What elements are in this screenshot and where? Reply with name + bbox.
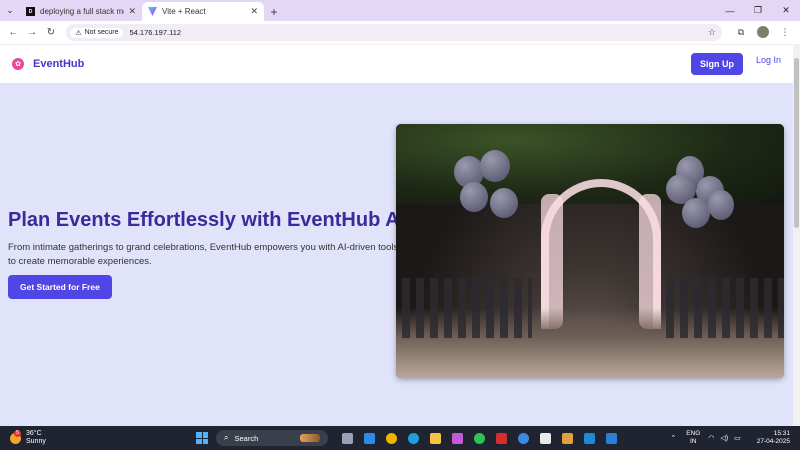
new-tab-button[interactable]: + — [264, 2, 284, 21]
notification-badge: 5 — [14, 429, 21, 437]
vite-icon — [148, 7, 157, 16]
hero-title: Plan Events Effortlessly with EventHub A… — [8, 209, 406, 231]
hero-image — [396, 124, 784, 378]
clock-time: 15:31 — [773, 430, 790, 437]
taskbar-search[interactable]: ⌕ Search — [216, 430, 328, 446]
menu-icon[interactable]: ⋮ — [774, 27, 796, 38]
clock[interactable]: 15:31 27-04-2025 — [757, 430, 790, 446]
windows-start-icon[interactable] — [196, 432, 208, 444]
chrome-profile-icon[interactable] — [512, 430, 534, 446]
dev-icon: D — [26, 7, 35, 16]
remote-desktop-icon[interactable] — [600, 430, 622, 446]
tab-title: Vite + React — [162, 7, 206, 16]
close-icon[interactable]: ✕ — [250, 6, 258, 17]
restore-icon[interactable]: ❐ — [744, 0, 772, 21]
pinned-apps — [336, 430, 622, 446]
reload-icon[interactable]: ↻ — [42, 27, 61, 38]
page-viewport: ✿ EventHub Sign Up Log In Plan Events Ef… — [0, 44, 793, 426]
weather-condition: Sunny — [26, 438, 46, 445]
minimize-icon[interactable]: — — [716, 0, 744, 21]
get-started-button[interactable]: Get Started for Free — [8, 275, 112, 299]
sun-icon: 5 — [10, 429, 21, 444]
hero-section: Plan Events Effortlessly with EventHub A… — [0, 83, 793, 426]
tab-inactive[interactable]: D deploying a full stack mern app ✕ — [20, 2, 142, 21]
signup-button[interactable]: Sign Up — [690, 53, 743, 75]
address-bar[interactable]: ⚠ Not secure 54.176.197.112 ☆ — [66, 24, 722, 41]
file-explorer-icon[interactable] — [424, 430, 446, 446]
edge-icon[interactable] — [402, 430, 424, 446]
weather-widget[interactable]: 5 36°C Sunny — [10, 429, 90, 446]
volume-icon[interactable]: ◁) — [720, 434, 728, 442]
clock-date: 27-04-2025 — [756, 438, 790, 445]
tab-title: deploying a full stack mern app — [40, 7, 124, 16]
warning-icon: ⚠ — [75, 29, 82, 37]
wifi-icon[interactable]: ◠ — [708, 434, 714, 442]
chrome-icon[interactable] — [380, 430, 402, 446]
tab-search-icon[interactable]: ⌄ — [0, 0, 20, 21]
bookmark-star-icon[interactable]: ☆ — [708, 27, 716, 38]
profile-avatar[interactable] — [752, 25, 774, 40]
search-label: Search — [234, 433, 259, 443]
browser-tab-strip: ⌄ D deploying a full stack mern app ✕ Vi… — [0, 0, 800, 21]
weather-temp: 36°C — [26, 430, 42, 437]
security-label: Not secure — [84, 29, 119, 36]
window-controls: — ❐ ✕ — [716, 0, 800, 21]
tab-active[interactable]: Vite + React ✕ — [142, 2, 264, 21]
brand-name[interactable]: EventHub — [33, 58, 84, 70]
store-icon[interactable] — [534, 430, 556, 446]
vscode-icon[interactable] — [578, 430, 600, 446]
task-view-icon[interactable] — [336, 430, 358, 446]
scrollbar-thumb[interactable] — [794, 58, 799, 228]
chevron-up-icon[interactable]: ⌃ — [670, 434, 676, 442]
search-icon: ⌕ — [224, 433, 229, 442]
close-icon[interactable]: ✕ — [128, 6, 136, 17]
page-scrollbar[interactable] — [793, 44, 800, 426]
git-icon[interactable] — [556, 430, 578, 446]
language-indicator[interactable]: ENG IN — [686, 430, 700, 446]
whatsapp-icon[interactable] — [468, 430, 490, 446]
hero-subtitle: From intimate gatherings to grand celebr… — [8, 242, 399, 267]
os-taskbar: 5 36°C Sunny ⌕ Search ⌃ ENG IN ◠ ◁) ▭ 15… — [0, 426, 800, 450]
mcafee-icon[interactable] — [490, 430, 512, 446]
browser-toolbar: ← → ↻ ⚠ Not secure 54.176.197.112 ☆ ⧉ ⋮ — [0, 21, 800, 44]
back-icon[interactable]: ← — [4, 27, 23, 38]
logo-icon[interactable]: ✿ — [12, 58, 24, 70]
close-window-icon[interactable]: ✕ — [772, 0, 800, 21]
copilot-icon[interactable] — [446, 430, 468, 446]
login-link[interactable]: Log In — [756, 55, 781, 65]
system-tray: ⌃ ENG IN ◠ ◁) ▭ 15:31 27-04-2025 — [670, 430, 790, 446]
url-text: 54.176.197.112 — [129, 28, 182, 37]
extensions-icon[interactable]: ⧉ — [730, 27, 752, 38]
video-app-icon[interactable] — [358, 430, 380, 446]
app-navbar: ✿ EventHub Sign Up Log In — [0, 44, 793, 83]
search-highlight-icon — [300, 434, 320, 442]
forward-icon[interactable]: → — [23, 27, 42, 38]
security-chip[interactable]: ⚠ Not secure — [70, 27, 124, 38]
battery-icon[interactable]: ▭ — [734, 434, 741, 442]
